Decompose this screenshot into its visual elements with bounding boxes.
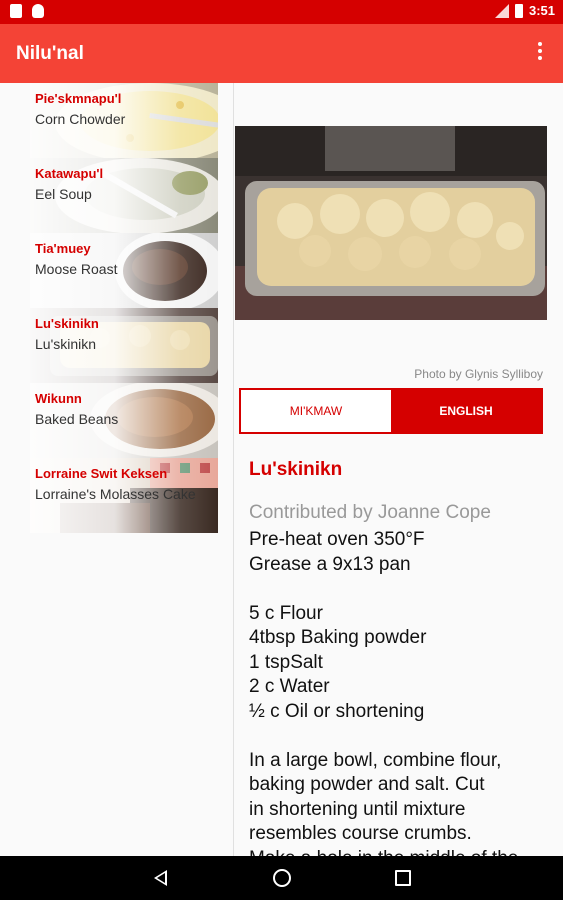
notification-icon [10, 4, 22, 18]
recipe-photo [235, 126, 547, 320]
recipe-body-line: Grease a 9x13 pan [249, 553, 411, 575]
recipe-name: Pie'skmnapu'l [35, 91, 122, 106]
recipe-body-line: 5 c Flour [249, 602, 323, 624]
recipe-name: Tia'muey [35, 241, 91, 256]
recipe-item-eel-soup[interactable]: Katawapu'l Eel Soup [30, 158, 218, 233]
pane-divider [233, 83, 234, 856]
status-bar: 3:51 [0, 0, 563, 24]
recipe-body-line: Pre-heat oven 350°F [249, 529, 425, 550]
battery-icon [514, 3, 523, 18]
recipe-name: Katawapu'l [35, 166, 104, 181]
recipe-body-line: in shortening until mixture [249, 798, 466, 820]
photo-credit: Photo by Glynis Sylliboy [414, 367, 543, 381]
recipe-item-moose-roast[interactable]: Tia'muey Moose Roast [30, 233, 218, 308]
language-option-english[interactable]: ENGLISH [391, 390, 541, 432]
recipe-body-line: 4tbsp Baking powder [249, 627, 427, 648]
recipe-item-corn-chowder[interactable]: Pie'skmnapu'l Corn Chowder [30, 83, 218, 158]
recipe-english: Corn Chowder [35, 111, 126, 127]
language-option-mikmaw[interactable]: MI'KMAW [241, 390, 391, 432]
recipe-english: Baked Beans [35, 411, 119, 427]
recipe-name: Lu'skinikn [35, 316, 99, 331]
recipe-english: Moose Roast [35, 261, 118, 277]
recipe-item-luskinikn[interactable]: Lu'skinikn Lu'skinikn [30, 308, 218, 383]
back-icon[interactable] [154, 870, 167, 886]
home-icon[interactable] [273, 869, 291, 887]
recipe-body-line: ½ c Oil or shortening [249, 700, 425, 722]
recipe-name: Wikunn [35, 391, 82, 406]
recipe-body-line: In a large bowl, combine flour, [249, 749, 502, 771]
signal-icon [494, 3, 509, 18]
recent-apps-icon[interactable] [395, 870, 411, 886]
clock: 3:51 [528, 3, 555, 18]
recipe-title: Lu'skinikn [249, 459, 343, 480]
navigation-bar [0, 856, 563, 900]
recipe-english: Lorraine's Molasses Cake [35, 486, 196, 502]
app-bar: Nilu'nal [0, 24, 563, 83]
recipe-item-baked-beans[interactable]: Wikunn Baked Beans [30, 383, 218, 458]
recipe-item-molasses-cake[interactable]: Lorraine Swit Keksen Lorraine's Molasses… [30, 458, 218, 533]
overflow-menu-icon[interactable] [537, 42, 543, 60]
recipe-name: Lorraine Swit Keksen [35, 466, 168, 481]
recipe-list: Pie'skmnapu'l Corn Chowder Katawapu'l Ee… [30, 83, 218, 533]
recipe-body-line: baking powder and salt. Cut [249, 774, 485, 795]
recipe-english: Eel Soup [35, 186, 92, 202]
recipe-body-spacer [249, 724, 549, 749]
recipe-body: Pre-heat oven 350°F Grease a 9x13 pan 5 c … [249, 528, 549, 871]
recipe-body-spacer [249, 577, 549, 602]
language-toggle: MI'KMAW ENGLISH [239, 388, 543, 434]
recipe-english: Lu'skinikn [35, 336, 97, 352]
notification-cat-icon [32, 4, 44, 18]
app-title: Nilu'nal [16, 43, 84, 64]
recipe-body-line: resembles course crumbs. [249, 823, 472, 844]
recipe-contributor: Contributed by Joanne Cope [249, 502, 491, 523]
recipe-body-line: 2 c Water [249, 676, 330, 697]
recipe-body-line: 1 tspSalt [249, 651, 323, 673]
